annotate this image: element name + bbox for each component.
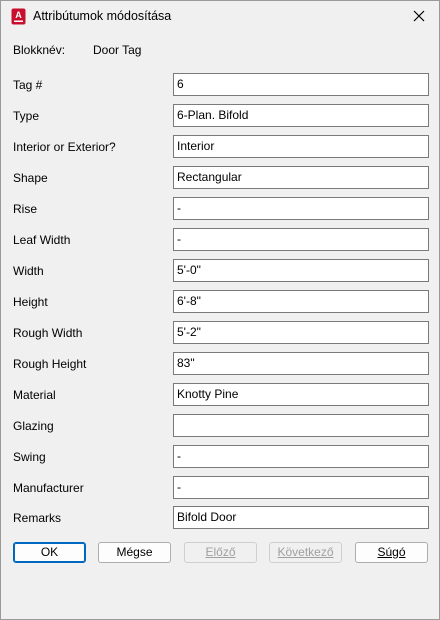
attr-label-rough-height: Rough Height (13, 357, 87, 371)
attr-label-glazing: Glazing (13, 419, 54, 433)
attr-field-width[interactable]: 5'-0" (173, 259, 429, 282)
close-button[interactable] (403, 3, 435, 31)
attr-field-rough-height[interactable]: 83" (173, 352, 429, 375)
close-icon (413, 10, 425, 25)
attr-field-interior-exterior[interactable]: Interior (173, 135, 429, 158)
ok-button[interactable]: OK (13, 542, 86, 563)
cancel-button[interactable]: Mégse (98, 542, 171, 563)
attr-field-glazing[interactable] (173, 414, 429, 437)
attr-label-shape: Shape (13, 171, 48, 185)
attr-label-interior-exterior: Interior or Exterior? (13, 140, 116, 154)
previous-button[interactable]: Előző (184, 542, 257, 563)
attr-label-material: Material (13, 388, 56, 402)
attr-field-remarks[interactable]: Bifold Door (173, 506, 429, 529)
attr-label-swing: Swing (13, 450, 46, 464)
attr-label-rough-width: Rough Width (13, 326, 83, 340)
attr-field-shape[interactable]: Rectangular (173, 166, 429, 189)
attr-label-type: Type (13, 109, 40, 123)
attr-label-width: Width (13, 264, 44, 278)
window-title: Attribútumok módosítása (33, 9, 172, 23)
attr-field-rise[interactable]: - (173, 197, 429, 220)
attr-field-height[interactable]: 6'-8" (173, 290, 429, 313)
attr-field-swing[interactable]: - (173, 445, 429, 468)
block-name-label: Blokknév: (13, 43, 66, 57)
attr-field-material[interactable]: Knotty Pine (173, 383, 429, 406)
attr-label-remarks: Remarks (13, 511, 62, 525)
block-name-value: Door Tag (93, 43, 142, 57)
attr-label-rise: Rise (13, 202, 38, 216)
next-button[interactable]: Következő (269, 542, 342, 563)
autocad-icon: A (11, 8, 26, 25)
attr-label-leaf-width: Leaf Width (13, 233, 71, 247)
title-bar[interactable]: A Attribútumok módosítása (1, 1, 439, 32)
svg-text:A: A (15, 10, 22, 20)
attr-field-leaf-width[interactable]: - (173, 228, 429, 251)
attr-field-type[interactable]: 6-Plan. Bifold (173, 104, 429, 127)
attr-label-height: Height (13, 295, 48, 309)
attr-field-rough-width[interactable]: 5'-2" (173, 321, 429, 344)
attr-label-tag: Tag # (13, 78, 43, 92)
attribute-edit-dialog: A Attribútumok módosítása Blokknév: Door… (0, 0, 440, 620)
help-button[interactable]: Súgó (355, 542, 428, 563)
attr-field-manufacturer[interactable]: - (173, 476, 429, 499)
attr-label-manufacturer: Manufacturer (13, 481, 84, 495)
attr-field-tag[interactable]: 6 (173, 73, 429, 96)
